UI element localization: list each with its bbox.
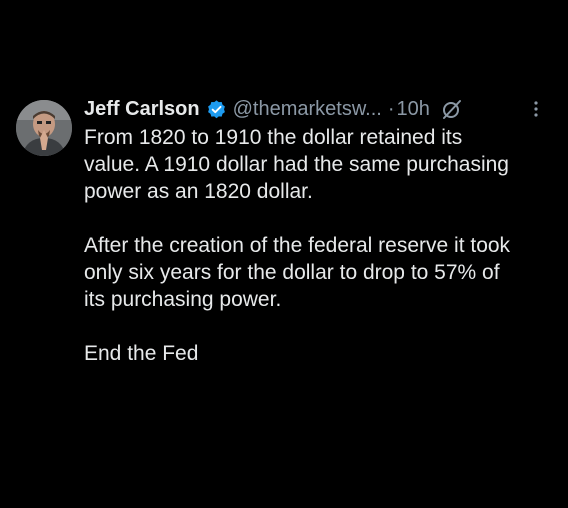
tweet-line: power as an 1820 dollar. [84,180,313,203]
author-name[interactable]: Jeff Carlson [84,98,200,121]
author-handle[interactable]: @themarketsw... [233,98,382,121]
tweet-text: From 1820 to 1910 the dollar retained it… [84,124,554,367]
tweet-line: only six years for the dollar to drop to… [84,261,500,284]
more-vertical-icon[interactable] [524,97,548,121]
tweet-header: Jeff Carlson @themarketsw... · 10h [84,96,554,122]
tweet-paragraph: From 1820 to 1910 the dollar retained it… [84,124,554,205]
grok-slash-icon[interactable] [440,97,464,121]
tweet-content: Jeff Carlson @themarketsw... · 10h From … [84,96,554,367]
tweet-paragraph: End the Fed [84,340,554,367]
tweet-line: its purchasing power. [84,288,282,311]
tweet-line: After the creation of the federal reserv… [84,234,511,257]
tweet-line: value. A 1910 dollar had the same purcha… [84,153,509,176]
tweet-paragraph: After the creation of the federal reserv… [84,232,554,313]
separator-dot: · [387,97,395,120]
tweet-line: End the Fed [84,342,199,365]
tweet[interactable]: Jeff Carlson @themarketsw... · 10h From … [16,96,554,367]
avatar[interactable] [16,100,72,156]
timestamp[interactable]: 10h [397,98,430,121]
tweet-line: From 1820 to 1910 the dollar retained it… [84,126,463,149]
verified-badge-icon[interactable] [206,99,227,120]
